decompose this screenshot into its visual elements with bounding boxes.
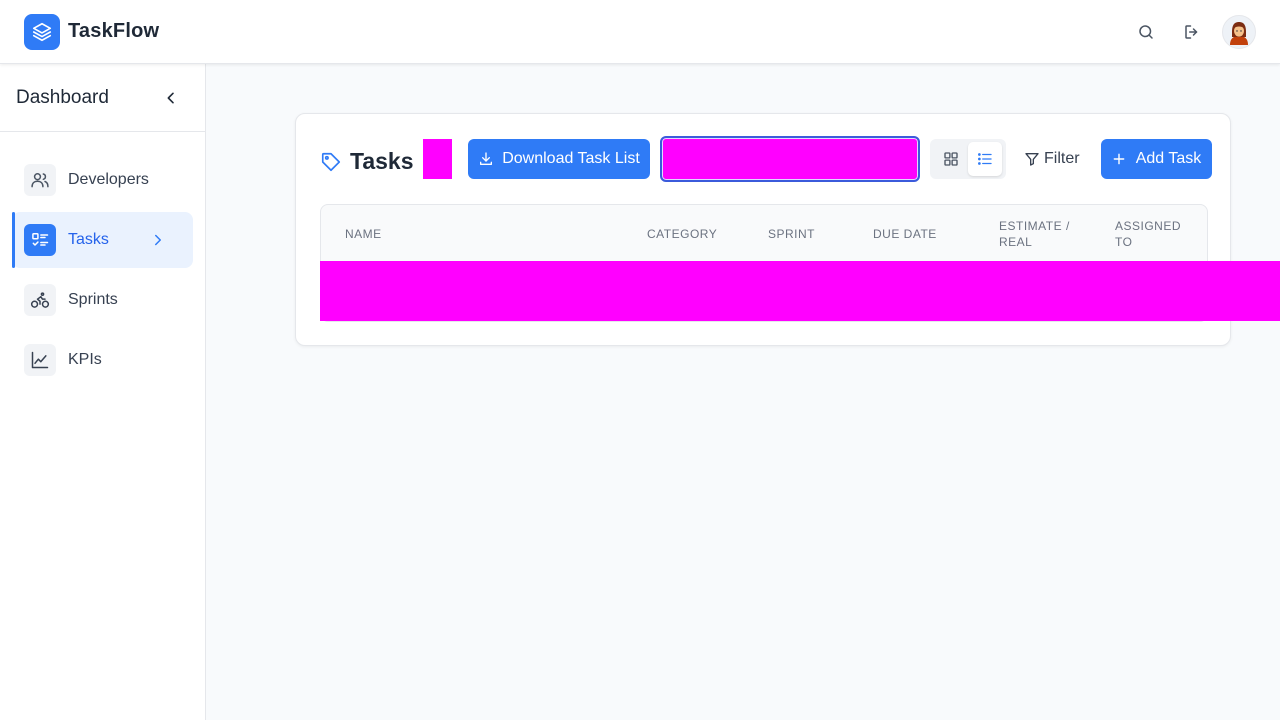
plus-icon [1113,153,1125,165]
table-header: NAME CATEGORY SPRINT DUE DATE ESTIMATE /… [321,205,1207,262]
chevron-left-icon[interactable] [161,88,181,108]
filter-label: Filter [1044,150,1080,167]
column-header-name[interactable]: NAME [345,226,382,242]
sidebar-item-kpis[interactable]: KPIs [12,332,193,388]
sidebar-item-label: KPIs [68,351,102,368]
bike-icon [24,284,56,316]
page-title: Tasks [350,148,414,174]
brand[interactable]: TaskFlow [24,13,160,50]
filter-button[interactable]: Filter [1024,139,1084,179]
download-icon [480,152,493,165]
column-header-sprint[interactable]: SPRINT [768,226,815,242]
view-toggle [930,139,1006,179]
sidebar-item-label: Sprints [68,291,118,308]
list-view-icon[interactable] [968,142,1002,176]
sidebar-nav: Developers Tasks Sprints KPIs [0,132,205,388]
column-header-to: TO [1115,235,1133,249]
search-input[interactable] [660,136,920,182]
chart-line-icon [24,344,56,376]
sidebar-item-sprints[interactable]: Sprints [12,272,193,328]
filter-icon [1025,153,1039,166]
column-header-assigned[interactable]: ASSIGNED [1115,218,1181,234]
top-bar: TaskFlow [0,0,1280,64]
chevron-right-icon [155,234,161,246]
column-header-category[interactable]: CATEGORY [647,226,717,242]
sidebar-item-label: Tasks [68,231,109,248]
search-icon[interactable] [1130,16,1162,48]
user-avatar[interactable] [1222,15,1256,49]
logout-icon[interactable] [1176,16,1208,48]
add-task-label: Add Task [1135,150,1202,167]
sidebar-item-tasks[interactable]: Tasks [12,212,193,268]
column-header-estimate[interactable]: ESTIMATE / [999,218,1070,234]
list-check-icon [24,224,56,256]
redacted-table-row [320,261,1280,321]
column-header-real: REAL [999,235,1033,249]
sidebar-item-developers[interactable]: Developers [12,152,193,208]
add-task-button[interactable]: Add Task [1101,139,1212,179]
users-icon [24,164,56,196]
grid-view-icon[interactable] [934,142,968,176]
redacted-element [423,139,452,179]
sidebar-item-label: Developers [68,171,149,188]
column-header-due-date[interactable]: DUE DATE [873,226,937,242]
sidebar: Dashboard Developers Tasks Sprints KPIs [0,64,206,720]
sidebar-header: Dashboard [0,64,205,132]
app-name: TaskFlow [68,20,160,42]
sidebar-title: Dashboard [16,86,109,108]
download-label: Download Task List [502,150,640,167]
panel-title: Tasks [320,148,414,175]
tag-icon [321,152,341,171]
download-task-list-button[interactable]: Download Task List [468,139,650,179]
layers-icon [24,13,60,50]
